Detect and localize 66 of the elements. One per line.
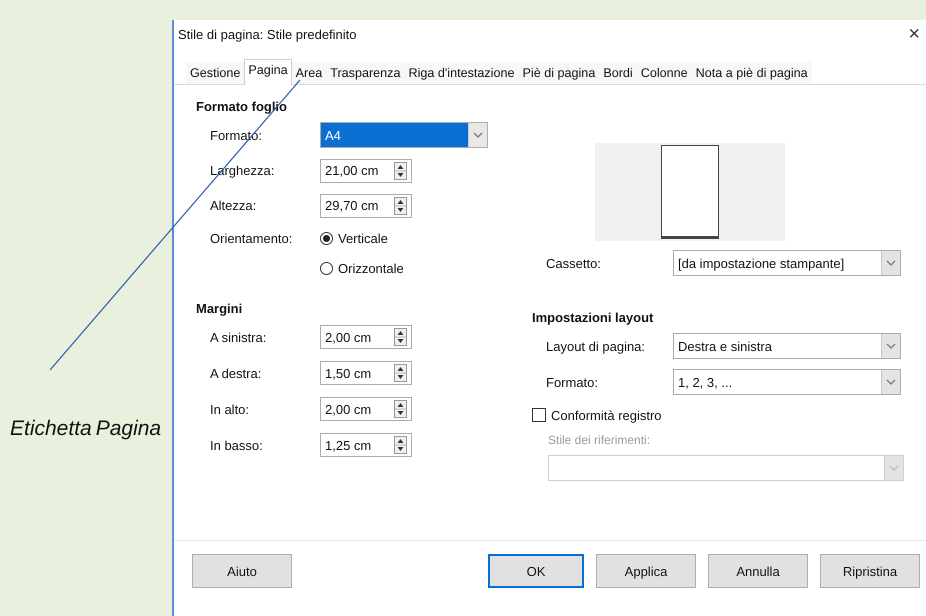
dialog-button[interactable]: Aiuto <box>192 554 292 588</box>
radio-option[interactable]: Orizzontale <box>320 260 404 276</box>
field-label: Formato: <box>545 374 600 390</box>
spin-value: 21,00 cm <box>325 163 380 178</box>
spin-field[interactable]: 2,00 cm <box>320 397 412 421</box>
dialog-button[interactable]: OK <box>488 554 584 588</box>
window-title: Stile di pagina: Stile predefinito <box>178 26 357 42</box>
checkbox[interactable] <box>532 408 546 422</box>
tray-dropdown[interactable]: [da impostazione stampante] <box>673 250 901 276</box>
spin-value: 2,00 cm <box>325 330 372 344</box>
spin-field[interactable]: 29,70 cm <box>320 194 412 218</box>
callout-label: Pagina <box>96 417 162 441</box>
tab[interactable]: Area <box>292 62 326 84</box>
spin-arrows-icon[interactable] <box>394 328 407 346</box>
tab[interactable]: Piè di pagina <box>518 62 600 84</box>
callout-label: Etichetta <box>10 417 92 441</box>
field-label: A destra: <box>209 366 262 380</box>
chevron-down-icon[interactable] <box>473 132 483 138</box>
chevron-down-icon[interactable] <box>886 379 896 385</box>
tab[interactable]: Trasparenza <box>326 62 404 84</box>
field-label: Stile dei riferimenti: <box>548 433 650 447</box>
combo-value: Destra e sinistra <box>678 338 773 354</box>
tab[interactable]: Pagina <box>244 59 292 85</box>
field-label: Cassetto: <box>545 256 602 270</box>
spin-field[interactable]: 1,50 cm <box>320 361 412 385</box>
spin-value: 1,25 cm <box>325 438 372 452</box>
spin-field[interactable]: 21,00 cm <box>320 158 412 182</box>
numbering-dropdown[interactable]: 1, 2, 3, ... <box>673 369 901 395</box>
section-heading: Margini <box>196 300 244 318</box>
spin-value: 29,70 cm <box>325 198 380 213</box>
field-label: In alto: <box>209 402 250 416</box>
tab[interactable]: Gestione <box>186 62 244 84</box>
dialog-button[interactable]: Applica <box>596 554 696 588</box>
spin-arrows-icon[interactable] <box>394 364 407 382</box>
format-dropdown[interactable]: A4 <box>320 122 488 148</box>
radio-option[interactable]: Verticale <box>320 230 388 246</box>
chevron-down-icon[interactable] <box>886 343 896 349</box>
spin-value: 2,00 cm <box>325 402 372 416</box>
field-label: A sinistra: <box>209 330 268 344</box>
combo-value: 1, 2, 3, ... <box>678 374 734 390</box>
dialog-button[interactable]: Annulla <box>708 554 808 588</box>
chevron-down-icon[interactable] <box>886 260 896 266</box>
field-label: In basso: <box>209 438 264 452</box>
tab[interactable]: Bordi <box>599 62 637 84</box>
spin-arrows-icon[interactable] <box>394 196 407 214</box>
spin-value: 1,50 cm <box>325 366 372 380</box>
spin-arrows-icon[interactable] <box>394 436 407 454</box>
field-label: Layout di pagina: <box>545 338 646 354</box>
spin-field[interactable]: 1,25 cm <box>320 433 412 457</box>
radio-button[interactable] <box>320 262 333 274</box>
layout-dropdown[interactable]: Destra e sinistra <box>673 333 901 359</box>
checkbox-option[interactable]: Conformità registro <box>532 408 662 422</box>
tab[interactable]: Riga d'intestazione <box>404 62 518 84</box>
tab[interactable]: Nota a piè di pagina <box>692 62 812 84</box>
spin-arrows-icon[interactable] <box>394 162 407 180</box>
dialog-button[interactable]: Ripristina <box>820 554 920 588</box>
spin-field[interactable]: 2,00 cm <box>320 325 412 349</box>
field-label: Altezza: <box>209 198 258 213</box>
combo-value: A4 <box>325 128 342 142</box>
tab[interactable]: Colonne <box>636 62 692 84</box>
field-label: Orientamento: <box>209 230 294 246</box>
radio-button[interactable] <box>320 232 333 244</box>
section-heading: Impostazioni layout <box>532 308 654 327</box>
close-button[interactable]: × <box>908 24 920 44</box>
spin-arrows-icon[interactable] <box>394 400 407 418</box>
combo-value: [da impostazione stampante] <box>678 256 846 270</box>
